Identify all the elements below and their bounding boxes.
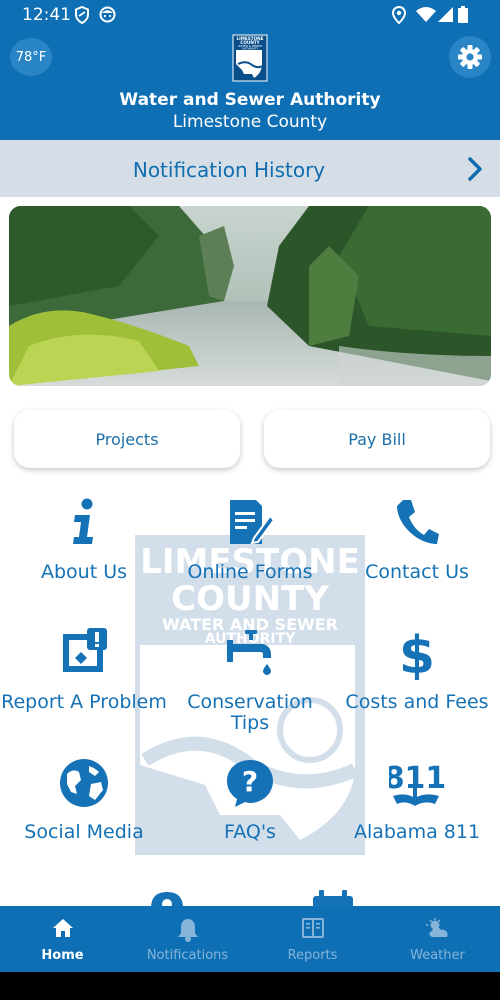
tile-label: Online Forms [187, 561, 313, 583]
chevron-right-icon [468, 157, 482, 181]
globe-icon [0, 758, 168, 808]
tile-costs-and-fees[interactable]: $ Costs and Fees [333, 628, 500, 738]
nav-label: Reports [287, 948, 338, 963]
face-icon [99, 6, 116, 23]
faucet-icon [166, 628, 334, 676]
gear-icon [458, 45, 482, 69]
wifi-icon [416, 7, 436, 22]
svg-text:$: $ [402, 628, 432, 680]
tile-label: Report A Problem [1, 691, 167, 713]
nav-notifications[interactable]: Notifications [125, 906, 250, 972]
svg-text:?: ? [242, 765, 258, 798]
tile-contact-us[interactable]: Contact Us [333, 498, 500, 588]
authority-logo: LIMESTONE COUNTY WATER & SEWER AUTHORITY [232, 34, 268, 82]
app-title: Water and Sewer Authority [119, 90, 381, 110]
reports-icon [250, 918, 375, 938]
pay-bill-button[interactable]: Pay Bill [264, 410, 490, 468]
tile-label: Social Media [24, 821, 144, 843]
tile-label: Conservation Tips [187, 691, 313, 734]
tile-label: About Us [40, 561, 128, 583]
tile-label: Contact Us [365, 561, 469, 583]
bottom-nav: Home Notifications Reports Weather [0, 906, 500, 972]
notification-history-label: Notification History [132, 158, 326, 182]
projects-button-label: Projects [95, 429, 159, 449]
temperature-value: 78°F [15, 49, 47, 65]
nav-label: Weather [410, 948, 465, 963]
nav-reports[interactable]: Reports [250, 906, 375, 972]
question-icon: ? [166, 758, 334, 808]
tile-faqs[interactable]: ? FAQ's [166, 758, 334, 848]
notification-history-row[interactable]: Notification History [0, 140, 500, 197]
home-icon [0, 918, 125, 938]
settings-button[interactable] [449, 36, 491, 78]
tile-alabama-811[interactable]: 811 Alabama 811 [333, 758, 500, 848]
tile-report-a-problem[interactable]: Report A Problem [0, 628, 168, 738]
dollar-icon: $ [333, 628, 500, 680]
logo-text-4: AUTHORITY [242, 47, 258, 51]
tile-about-us[interactable]: About Us [0, 498, 168, 588]
pay-bill-button-label: Pay Bill [348, 429, 406, 449]
tile-social-media[interactable]: Social Media [0, 758, 168, 848]
nav-label: Notifications [146, 948, 229, 963]
app-header: 78°F LIMESTONE COUNTY WATER & SEWER AUTH… [0, 30, 500, 140]
status-bar: 12:41 [0, 0, 500, 30]
form-icon [166, 498, 334, 546]
status-time: 12:41 [22, 5, 71, 25]
river-photo [9, 206, 491, 386]
tile-label: Costs and Fees [345, 691, 489, 713]
location-icon [392, 6, 406, 24]
tile-label: FAQ's [224, 821, 276, 843]
phone-icon [333, 498, 500, 546]
hero-image [9, 206, 491, 386]
tile-conservation-tips[interactable]: Conservation Tips [166, 628, 334, 738]
811-icon: 811 [333, 758, 500, 810]
battery-icon [458, 6, 468, 23]
nav-home[interactable]: Home [0, 906, 125, 972]
tile-label: Alabama 811 [353, 821, 481, 843]
temperature-badge[interactable]: 78°F [10, 38, 52, 76]
nav-weather[interactable]: Weather [375, 906, 500, 972]
projects-button[interactable]: Projects [14, 410, 240, 468]
info-icon [0, 498, 168, 546]
system-navigation-bar [0, 972, 500, 1000]
tile-online-forms[interactable]: Online Forms [166, 498, 334, 588]
shield-icon [75, 6, 89, 24]
weather-icon [375, 918, 500, 938]
nav-label: Home [41, 948, 84, 963]
app-subtitle: Limestone County [172, 112, 328, 132]
signal-icon [438, 7, 453, 22]
report-icon [0, 628, 168, 676]
bell-icon [125, 918, 250, 942]
